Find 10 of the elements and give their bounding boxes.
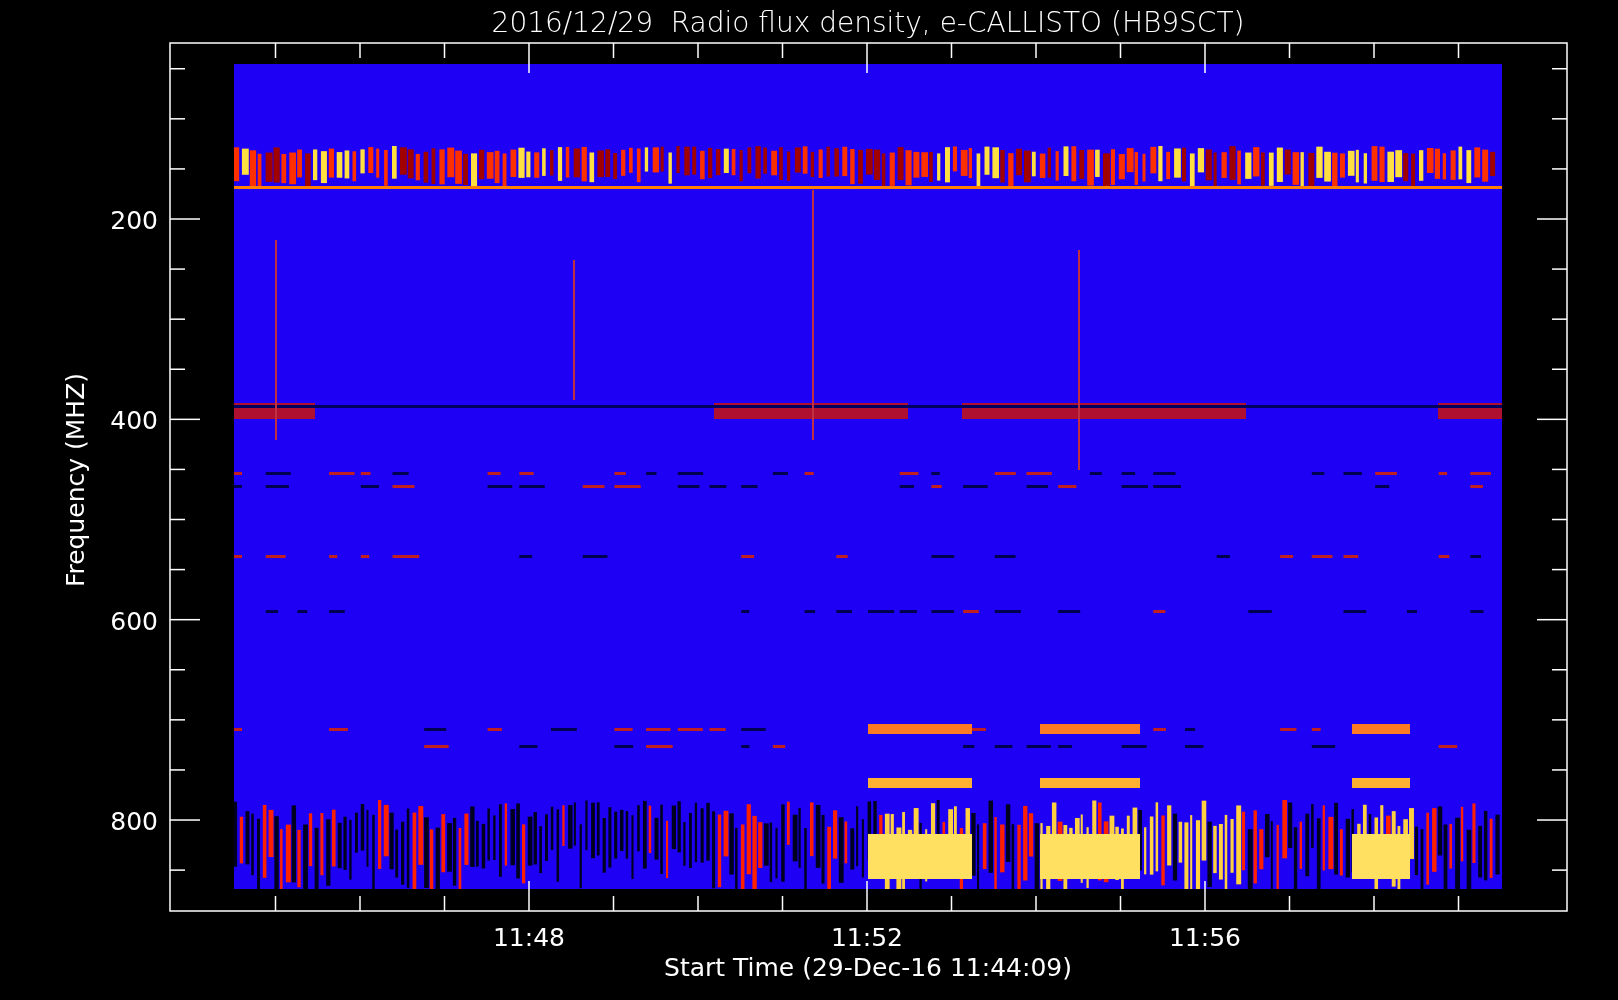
y-tick-label: 200 bbox=[110, 206, 158, 235]
x-axis-label: Start Time (29-Dec-16 11:44:09) bbox=[664, 953, 1072, 982]
x-tick-label: 11:56 bbox=[1169, 923, 1241, 952]
y-axis-label: Frequency (MHZ) bbox=[61, 372, 90, 588]
x-tick-label: 11:48 bbox=[493, 923, 565, 952]
y-tick-label: 800 bbox=[110, 807, 158, 836]
x-tick-label: 11:52 bbox=[831, 923, 903, 952]
chart-title: 2016/12/29 Radio flux density, e-CALLISTO (HB9SCT) bbox=[491, 6, 1245, 39]
y-tick-label: 600 bbox=[110, 606, 158, 636]
y-tick-label: 400 bbox=[110, 406, 158, 436]
